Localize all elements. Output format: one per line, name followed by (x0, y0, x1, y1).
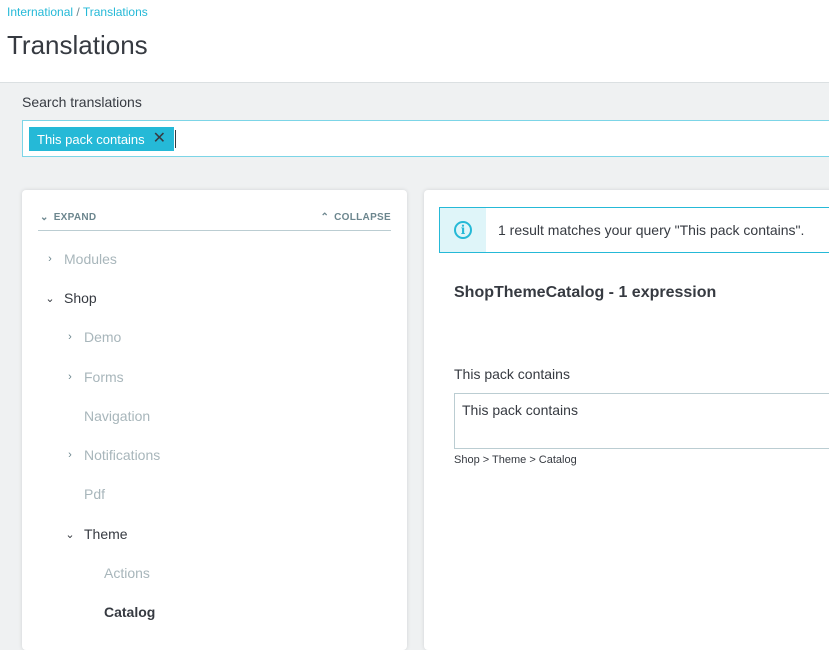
page-header: International / Translations Translation… (0, 0, 829, 83)
tree-item-theme[interactable]: ⌄ Theme (64, 526, 128, 542)
tree-item-catalog[interactable]: Catalog (84, 604, 155, 620)
breadcrumb: International / Translations (7, 5, 148, 19)
chevron-right-icon: › (68, 449, 72, 461)
tree-item-label: Theme (84, 526, 128, 542)
search-tag-label: This pack contains (37, 131, 145, 147)
expression-label: This pack contains (454, 366, 570, 382)
tree-item-label: Modules (64, 251, 117, 267)
tree-item-label: Forms (84, 369, 124, 385)
info-icon: i (454, 221, 472, 239)
close-icon[interactable]: ✕ (153, 131, 166, 147)
tree-item-label: Actions (104, 565, 150, 581)
tree-item-label: Pdf (84, 486, 106, 502)
translation-tree-panel: ⌄ EXPAND ⌃ COLLAPSE › Modules ⌄ Shop › D… (22, 190, 407, 650)
chevron-down-icon: ⌄ (65, 528, 75, 541)
expand-button[interactable]: ⌄ EXPAND (40, 212, 96, 223)
tree-item-pdf[interactable]: Pdf (64, 486, 105, 502)
chevron-right-icon: › (68, 371, 72, 383)
expand-label: EXPAND (53, 212, 97, 223)
search-label: Search translations (22, 94, 142, 110)
tree-item-label: Shop (64, 290, 97, 306)
breadcrumb-separator: / (76, 5, 80, 19)
translation-textarea[interactable]: This pack contains (454, 393, 829, 449)
tree-controls: ⌄ EXPAND ⌃ COLLAPSE (38, 210, 391, 231)
search-tag: This pack contains ✕ (29, 127, 175, 151)
tree-item-shop[interactable]: ⌄ Shop (44, 290, 97, 306)
tree-item-label: Catalog (104, 604, 156, 620)
breadcrumb-translations-link[interactable]: Translations (83, 5, 148, 19)
collapse-button[interactable]: ⌃ COLLAPSE (320, 212, 391, 223)
alert-message: 1 result matches your query "This pack c… (498, 222, 805, 238)
tree-item-label: Navigation (84, 408, 151, 424)
text-caret (175, 130, 176, 148)
alert-icon-box: i (440, 208, 486, 252)
tree-item-demo[interactable]: › Demo (64, 329, 121, 345)
domain-title: ShopThemeCatalog - 1 expression (454, 284, 717, 301)
chevron-right-icon: › (68, 331, 72, 343)
tree-item-forms[interactable]: › Forms (64, 369, 124, 385)
translation-content-panel: i 1 result matches your query "This pack… (424, 190, 829, 650)
tree-item-label: Demo (84, 329, 122, 345)
breadcrumb-international-link[interactable]: International (7, 5, 73, 19)
tree-item-notifications[interactable]: › Notifications (64, 447, 160, 463)
search-input[interactable]: This pack contains ✕ (22, 120, 829, 157)
collapse-label: COLLAPSE (334, 212, 391, 223)
search-result-alert: i 1 result matches your query "This pack… (439, 207, 829, 253)
tree-item-actions[interactable]: Actions (84, 565, 150, 581)
chevron-down-icon: ⌄ (45, 292, 55, 305)
chevron-up-icon: ⌃ (320, 212, 330, 223)
tree-item-navigation[interactable]: Navigation (64, 408, 150, 424)
tree-item-modules[interactable]: › Modules (44, 251, 117, 267)
tree-item-label: Notifications (84, 447, 161, 463)
chevron-down-icon: ⌄ (40, 212, 49, 223)
expression-path: Shop > Theme > Catalog (454, 454, 577, 466)
page-title: Translations (7, 30, 148, 60)
chevron-right-icon: › (48, 253, 52, 265)
